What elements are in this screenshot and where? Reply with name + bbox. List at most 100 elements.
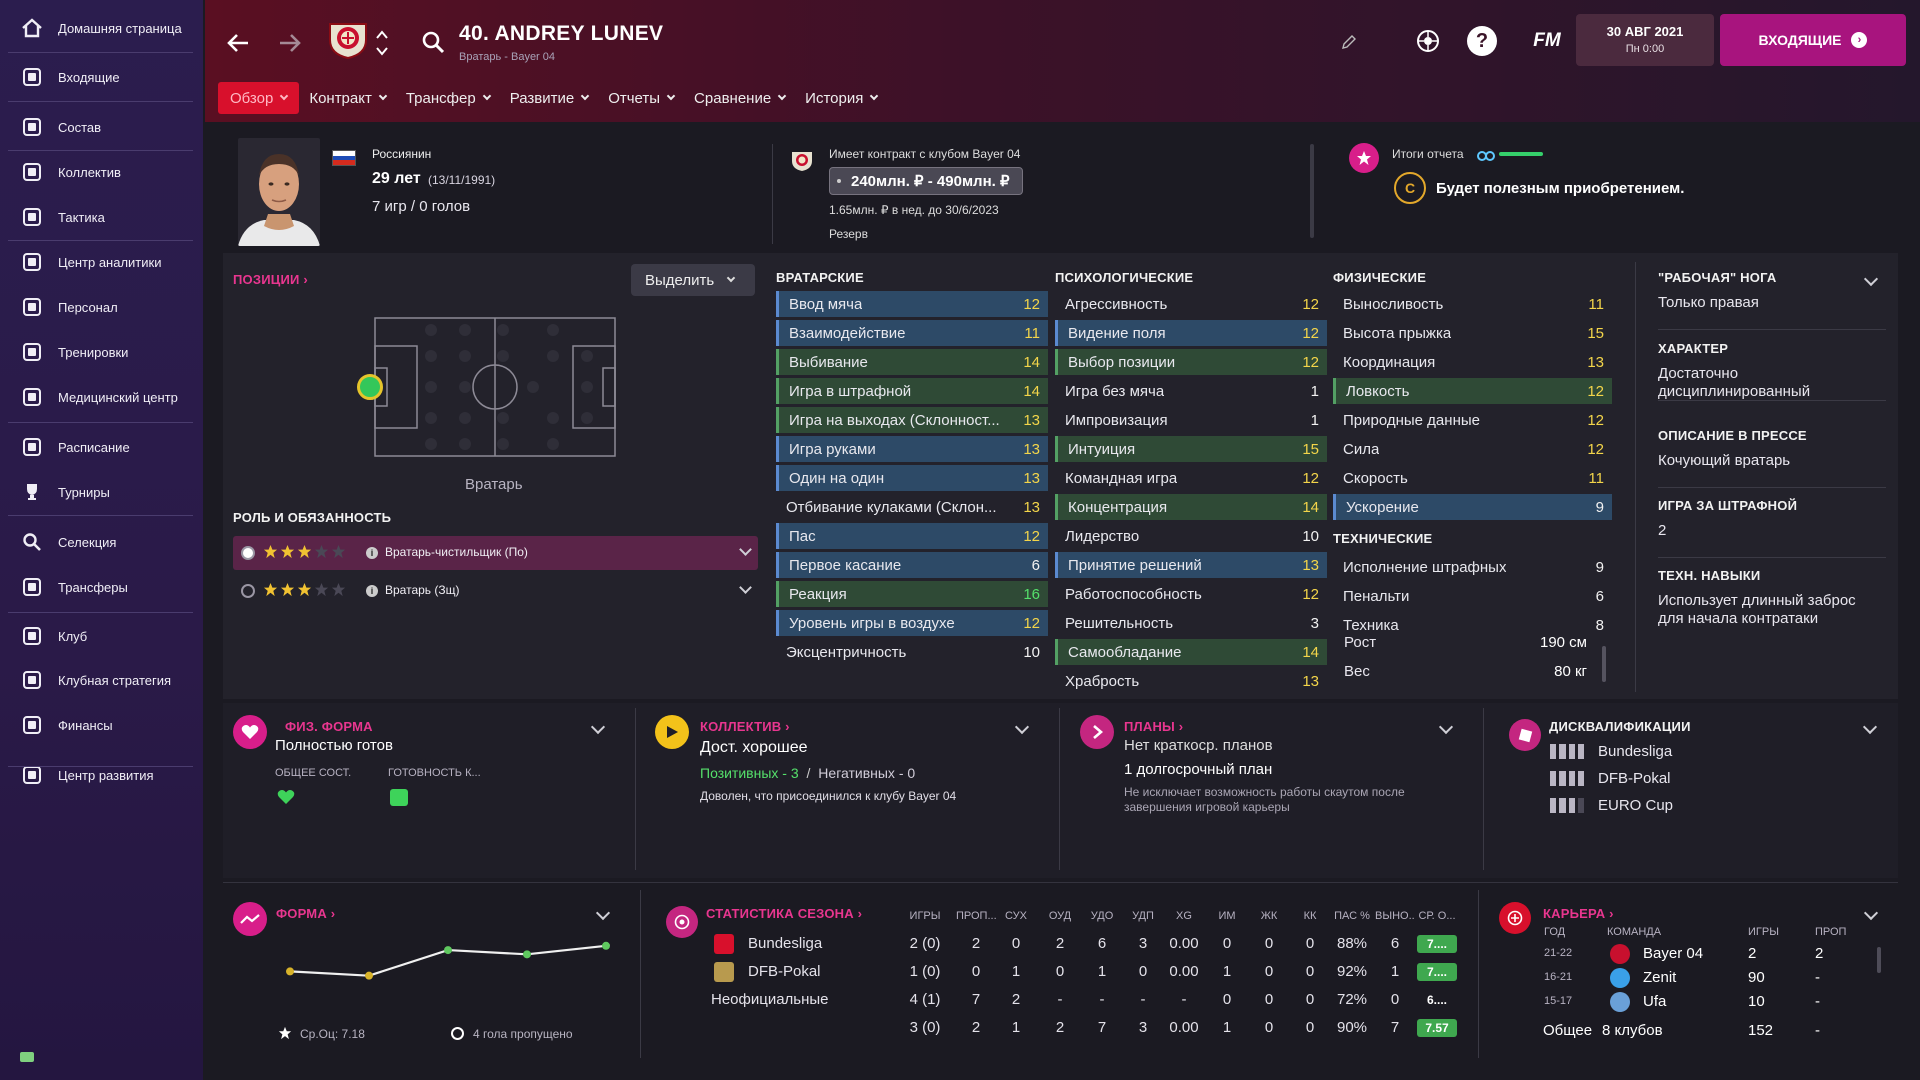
attribute-row[interactable]: Пенальти 6 — [1333, 583, 1612, 609]
form-point[interactable] — [444, 946, 452, 955]
attribute-row[interactable]: Игра на выходах (Склонност... 13 — [776, 407, 1048, 433]
attribute-row[interactable]: Природные данные 12 — [1333, 407, 1612, 433]
attribute-row[interactable]: Уровень игры в воздухе 12 — [776, 610, 1048, 636]
sidebar-item-2[interactable]: Входящие — [0, 60, 203, 94]
form-title[interactable]: ФОРМА › — [276, 906, 335, 921]
competition-name[interactable]: Bundesliga — [748, 935, 822, 952]
competition-name[interactable]: Неофициальные — [711, 991, 829, 1008]
back-button[interactable] — [223, 28, 253, 58]
form-point[interactable] — [602, 941, 610, 950]
career-column-header[interactable]: ПРОП — [1815, 926, 1846, 938]
tab-5[interactable]: Отчеты — [598, 82, 684, 114]
attribute-row[interactable]: Выбивание 14 — [776, 349, 1048, 375]
forward-button[interactable] — [275, 28, 305, 58]
career-team[interactable]: Ufa — [1643, 993, 1666, 1010]
goalkeeper-position-marker[interactable] — [357, 374, 383, 400]
attribute-row[interactable]: Работоспособность 12 — [1055, 581, 1327, 607]
scrollbar[interactable] — [1602, 646, 1606, 682]
tab-6[interactable]: Сравнение — [684, 82, 795, 114]
sidebar-item-3[interactable]: Состав — [0, 110, 203, 144]
attribute-row[interactable]: Игра в штрафной 14 — [776, 378, 1048, 404]
sidebar-item-15[interactable]: Клубная стратегия — [0, 663, 203, 697]
radio-button[interactable] — [241, 584, 255, 598]
sidebar-item-10[interactable]: Расписание — [0, 430, 203, 464]
tab-1[interactable]: Обзор — [218, 82, 300, 114]
chevron-down-icon[interactable] — [739, 581, 752, 594]
attribute-row[interactable]: Сила 12 — [1333, 436, 1612, 462]
highlight-dropdown[interactable]: Выделить — [631, 264, 755, 296]
form-point[interactable] — [286, 967, 294, 976]
attribute-row[interactable]: Самообладание 14 — [1055, 639, 1327, 665]
club-crest-icon[interactable] — [325, 20, 371, 60]
sidebar-item-13[interactable]: Трансферы — [0, 570, 203, 604]
attribute-row[interactable]: Отбивание кулаками (Склон... 13 — [776, 494, 1048, 520]
career-column-header[interactable]: ГОД — [1544, 926, 1565, 938]
attribute-row[interactable]: Ввод мяча 12 — [776, 291, 1048, 317]
role-row[interactable]: i Вратарь (Зщ) — [233, 574, 758, 608]
tab-4[interactable]: Развитие — [500, 82, 599, 114]
season-stats-title[interactable]: СТАТИСТИКА СЕЗОНА › — [706, 906, 862, 921]
sidebar-item-5[interactable]: Тактика — [0, 200, 203, 234]
form-point[interactable] — [523, 950, 531, 959]
sidebar-item-8[interactable]: Тренировки — [0, 335, 203, 369]
attribute-row[interactable]: Один на один 13 — [776, 465, 1048, 491]
attribute-row[interactable]: Ускорение 9 — [1333, 494, 1612, 520]
career-title[interactable]: КАРЬЕРА › — [1543, 906, 1614, 921]
attribute-row[interactable]: Ловкость 12 — [1333, 378, 1612, 404]
sidebar-item-14[interactable]: Клуб — [0, 619, 203, 653]
plans-title[interactable]: ПЛАНЫ › — [1124, 719, 1183, 734]
career-column-header[interactable]: ИГРЫ — [1748, 926, 1779, 938]
attribute-row[interactable]: Интуиция 15 — [1055, 436, 1327, 462]
attribute-row[interactable]: Координация 13 — [1333, 349, 1612, 375]
attribute-row[interactable]: Лидерство 10 — [1055, 523, 1327, 549]
role-row[interactable]: i Вратарь-чистильщик (По) — [233, 536, 758, 570]
help-icon[interactable]: ? — [1467, 26, 1497, 56]
stats-column-header[interactable]: ЖК — [1249, 910, 1289, 922]
career-team[interactable]: Zenit — [1643, 969, 1676, 986]
sidebar-item-7[interactable]: Персонал — [0, 290, 203, 324]
sidebar-item-1[interactable]: Домашняя страница — [0, 11, 203, 45]
career-team[interactable]: Bayer 04 — [1643, 945, 1703, 962]
date-display[interactable]: 30 АВГ 2021 Пн 0:00 — [1576, 14, 1714, 66]
search-icon[interactable] — [419, 28, 447, 56]
world-football-icon[interactable] — [1413, 26, 1443, 56]
attribute-row[interactable]: Реакция 16 — [776, 581, 1048, 607]
player-switch-arrows-icon[interactable] — [373, 26, 391, 60]
attribute-row[interactable]: Эксцентричность 10 — [776, 639, 1048, 665]
edit-icon[interactable] — [1337, 30, 1361, 54]
career-column-header[interactable]: КОМАНДА — [1607, 926, 1661, 938]
attribute-row[interactable]: Игра руками 13 — [776, 436, 1048, 462]
stats-column-header[interactable]: ПРОП... — [956, 910, 996, 922]
attribute-row[interactable]: Решительность 3 — [1055, 610, 1327, 636]
chevron-down-icon[interactable] — [1863, 905, 1879, 921]
stats-column-header[interactable]: ИМ — [1207, 910, 1247, 922]
attribute-row[interactable]: Командная игра 12 — [1055, 465, 1327, 491]
attribute-row[interactable]: Концентрация 14 — [1055, 494, 1327, 520]
attribute-row[interactable]: Взаимодействие 11 — [776, 320, 1048, 346]
attribute-row[interactable]: Храбрость 13 — [1055, 668, 1327, 694]
radio-button[interactable] — [241, 546, 255, 560]
stats-column-header[interactable]: ИГРЫ — [905, 910, 945, 922]
stats-column-header[interactable]: XG — [1164, 910, 1204, 922]
tab-2[interactable]: Контракт — [299, 82, 396, 114]
attribute-row[interactable]: Импровизация 1 — [1055, 407, 1327, 433]
form-point[interactable] — [365, 971, 373, 980]
stats-column-header[interactable]: СУХ — [996, 910, 1036, 922]
tab-3[interactable]: Трансфер — [396, 82, 500, 114]
stats-column-header[interactable]: УДО — [1082, 910, 1122, 922]
attribute-row[interactable]: Выносливость 11 — [1333, 291, 1612, 317]
attribute-row[interactable]: Скорость 11 — [1333, 465, 1612, 491]
attribute-row[interactable]: Выбор позиции 12 — [1055, 349, 1327, 375]
inbox-continue-button[interactable]: ВХОДЯЩИЕ › — [1720, 14, 1906, 66]
chevron-down-icon[interactable] — [739, 543, 752, 556]
attribute-row[interactable]: Первое касание 6 — [776, 552, 1048, 578]
sidebar-item-17[interactable]: Центр развития — [0, 758, 203, 792]
stats-column-header[interactable]: ПАС % — [1332, 910, 1372, 922]
attribute-row[interactable]: Агрессивность 12 — [1055, 291, 1327, 317]
stats-column-header[interactable]: ВЫНО... — [1375, 910, 1415, 922]
fm-logo[interactable]: FM — [1527, 28, 1567, 54]
sidebar-item-4[interactable]: Коллектив — [0, 155, 203, 189]
attribute-row[interactable]: Пас 12 — [776, 523, 1048, 549]
stats-column-header[interactable]: ОУД — [1040, 910, 1080, 922]
chevron-down-icon[interactable] — [595, 905, 611, 921]
